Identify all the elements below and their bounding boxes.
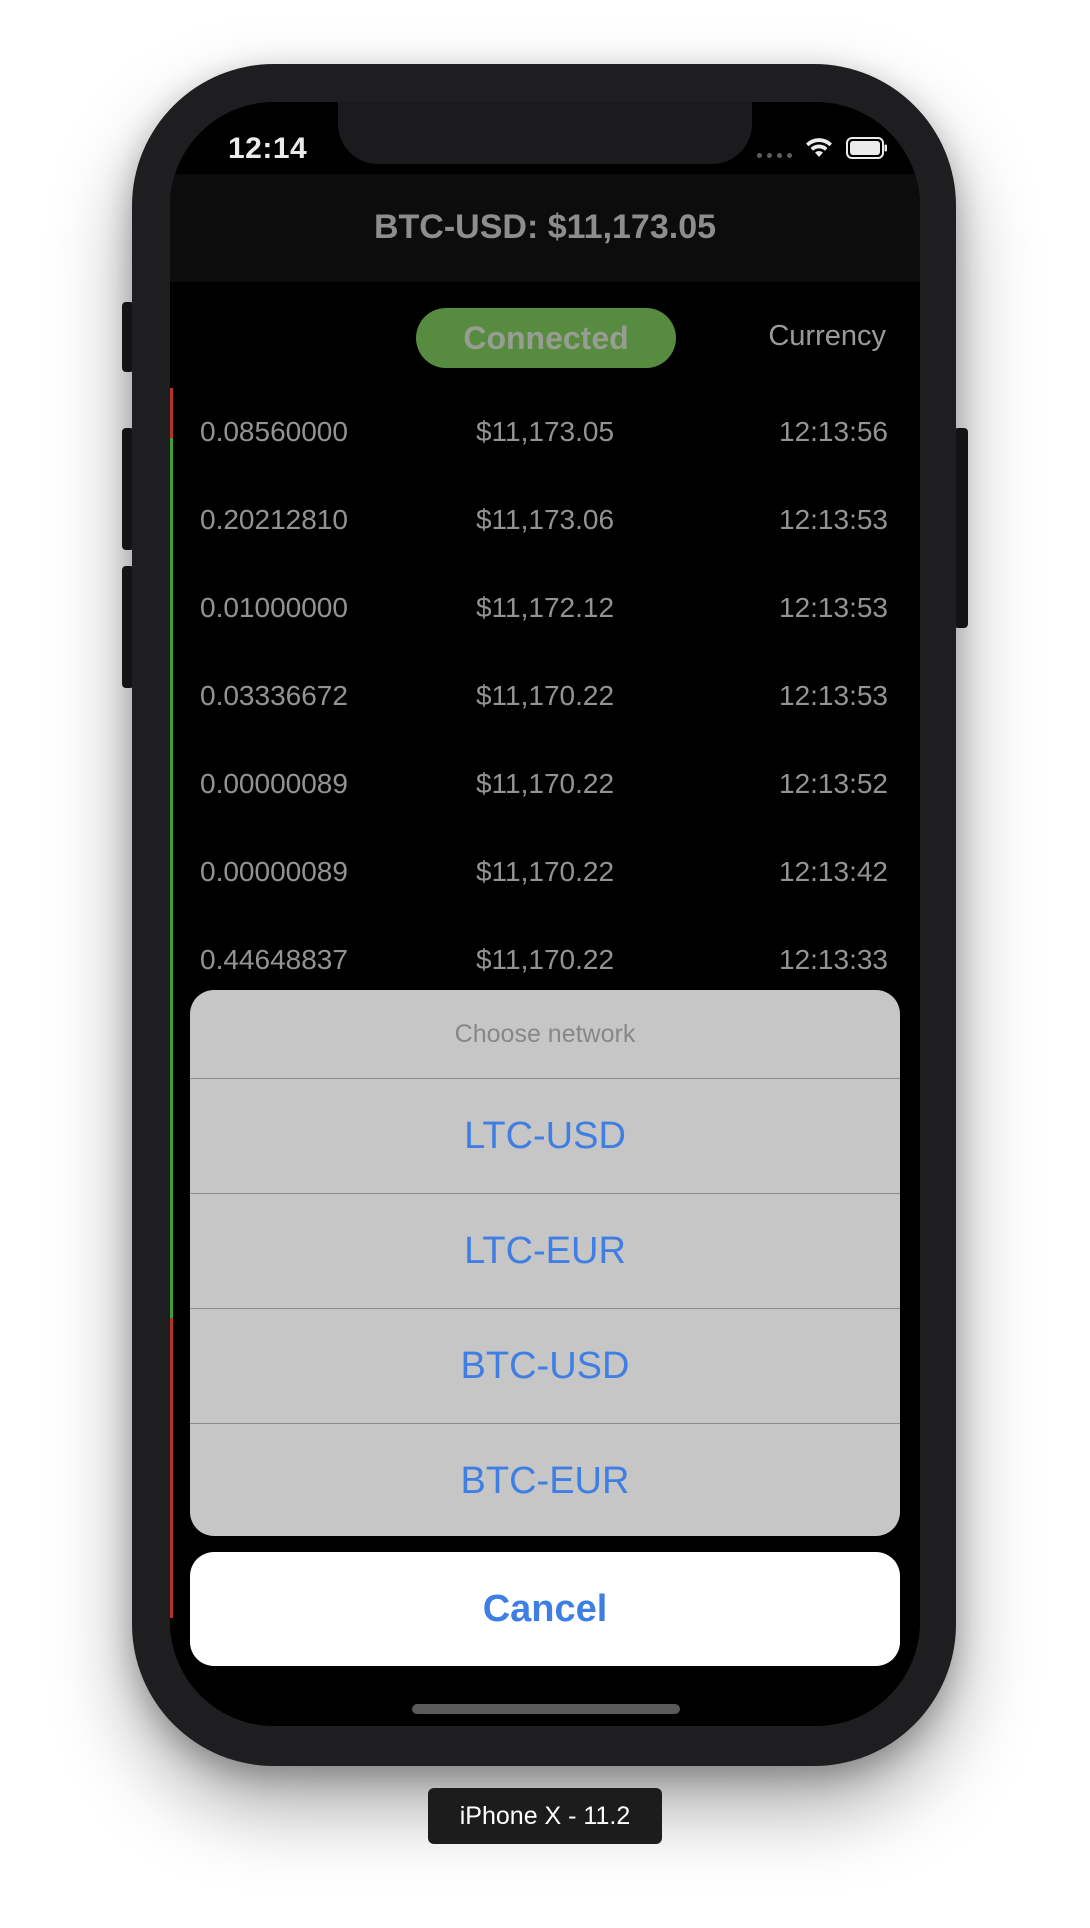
network-action-sheet: Choose network LTC-USD LTC-EUR BTC-USD B… (190, 990, 900, 1536)
option-btc-eur[interactable]: BTC-EUR (190, 1424, 900, 1536)
cancel-button[interactable]: Cancel (190, 1552, 900, 1666)
action-sheet-title: Choose network (190, 990, 900, 1079)
option-btc-usd[interactable]: BTC-USD (190, 1309, 900, 1424)
option-ltc-usd[interactable]: LTC-USD (190, 1079, 900, 1194)
screen: 12:14 BTC-USD: $11,173.05 Connected Curr… (170, 102, 920, 1726)
option-ltc-eur[interactable]: LTC-EUR (190, 1194, 900, 1309)
home-indicator[interactable] (412, 1704, 680, 1714)
power-button (954, 428, 968, 628)
simulator-device-label: iPhone X - 11.2 (428, 1788, 662, 1844)
